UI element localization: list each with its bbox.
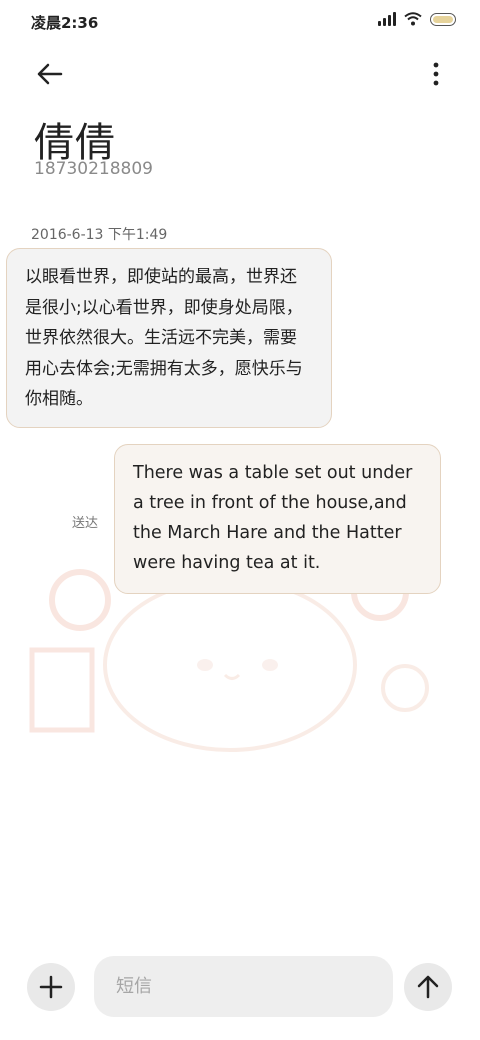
plus-icon [39,975,63,999]
send-button[interactable] [404,963,452,1011]
delivery-status: 送达 [72,516,99,531]
more-vertical-icon [433,62,439,86]
wifi-icon [404,12,422,26]
status-time: 凌晨2:36 [31,14,99,32]
message-composer [0,955,480,1025]
outgoing-message-bubble[interactable]: There was a table set out under a tree i… [114,444,441,594]
incoming-message-bubble[interactable]: 以眼看世界，即使站的最高，世界还是很小;以心看世界，即使身处局限，世界依然很大。… [6,248,332,428]
top-app-bar [0,48,480,92]
sms-input[interactable] [94,956,393,1017]
contact-number: 18730218809 [34,159,153,179]
status-bar: 凌晨2:36 [0,0,480,42]
incoming-message-text: 以眼看世界，即使站的最高，世界还是很小;以心看世界，即使身处局限，世界依然很大。… [25,267,303,409]
battery-icon [430,12,456,26]
outgoing-message-text: There was a table set out under a tree i… [133,463,413,573]
add-attachment-button[interactable] [27,963,75,1011]
signal-icon [378,12,396,26]
arrow-up-icon [417,975,439,999]
status-icons [378,12,456,26]
background-watermark-image [29,563,429,752]
back-button[interactable] [30,54,70,94]
back-arrow-icon [37,63,63,85]
message-timestamp: 2016-6-13 下午1:49 [31,227,168,243]
more-options-button[interactable] [424,54,448,94]
